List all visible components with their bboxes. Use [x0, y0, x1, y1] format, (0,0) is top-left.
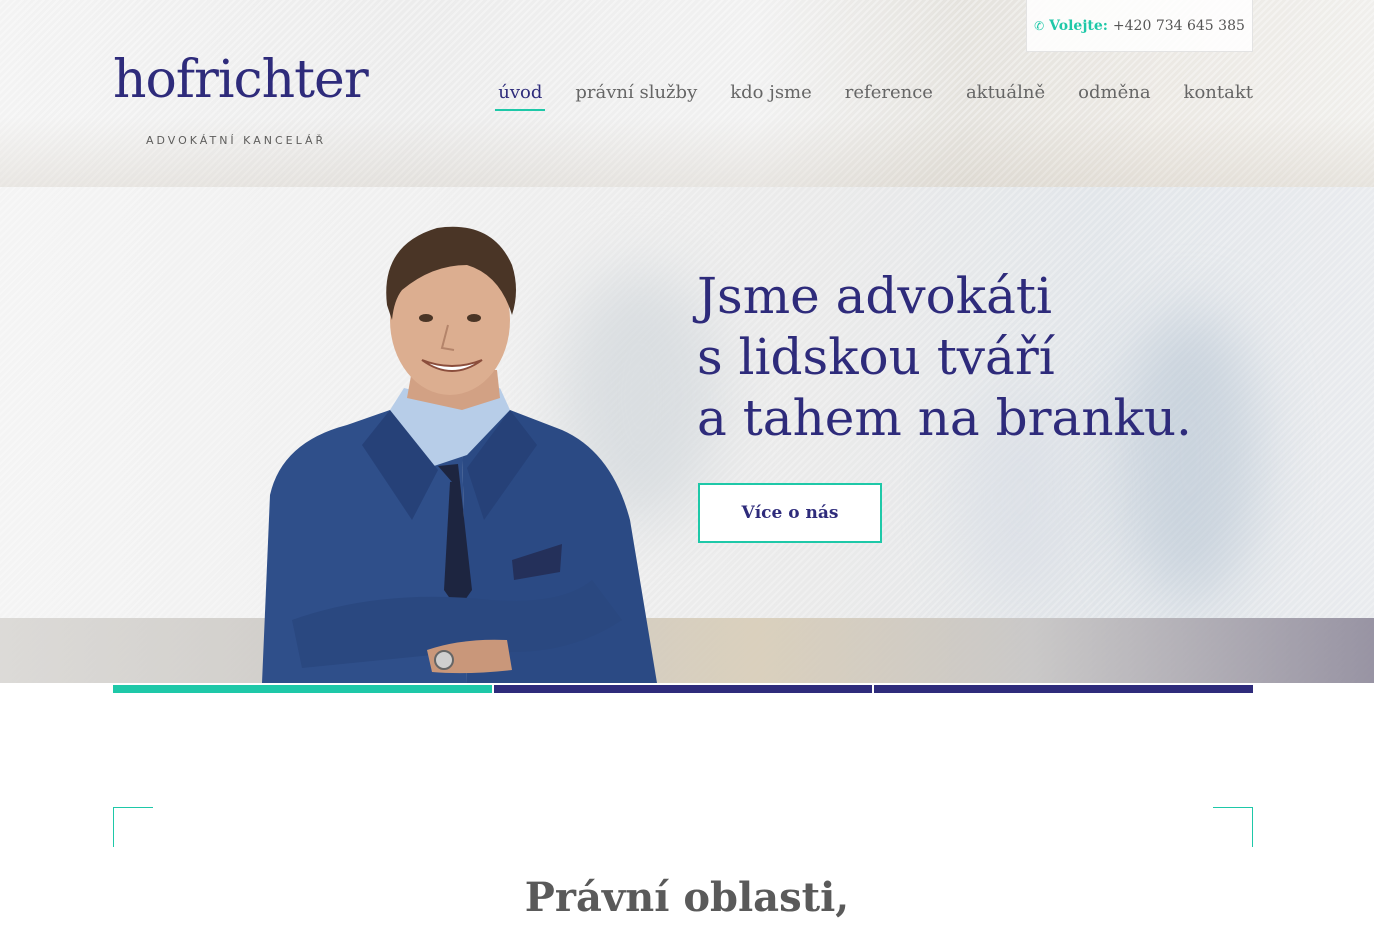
nav-item-aktualne[interactable]: aktuálně: [966, 82, 1045, 109]
nav-item-pravni-sluzby[interactable]: právní služby: [575, 82, 697, 109]
phone-icon: ✆: [1034, 18, 1045, 33]
nav-item-uvod[interactable]: úvod: [495, 82, 546, 111]
hero-headline-line: Jsme advokáti: [697, 267, 1052, 325]
section-title: Právní oblasti,: [524, 874, 850, 921]
lawyer-portrait: [262, 226, 657, 683]
phone-number[interactable]: +420 734 645 385: [1113, 18, 1245, 34]
nav-item-kontakt[interactable]: kontakt: [1184, 82, 1253, 109]
nav-item-kdo-jsme[interactable]: kdo jsme: [730, 82, 812, 109]
section-corner-decoration: [1213, 807, 1253, 847]
slider-indicators: [113, 685, 1254, 693]
nav-item-reference[interactable]: reference: [845, 82, 933, 109]
logo[interactable]: hofrichter ADVOKÁTNÍ KANCELÁŘ: [113, 48, 383, 147]
slider-indicator-1[interactable]: [113, 685, 492, 693]
phone-contact-box[interactable]: ✆ Volejte: +420 734 645 385: [1026, 0, 1253, 52]
hero-headline-line: a tahem na branku.: [697, 389, 1192, 447]
logo-name: hofrichter: [113, 50, 369, 110]
hero-headline: Jsme advokáti s lidskou tváří a tahem na…: [697, 266, 1217, 449]
phone-label: Volejte:: [1049, 17, 1108, 34]
main-nav: úvod právní služby kdo jsme reference ak…: [465, 82, 1253, 111]
slider-indicator-3[interactable]: [874, 685, 1254, 693]
slider-indicator-2[interactable]: [493, 685, 873, 693]
more-about-us-button[interactable]: Více o nás: [698, 483, 882, 543]
hero-floor: [0, 618, 1374, 683]
logo-subtitle: ADVOKÁTNÍ KANCELÁŘ: [146, 134, 327, 147]
section-corner-decoration: [113, 807, 153, 847]
hero-headline-line: s lidskou tváří: [697, 328, 1055, 386]
site-header: ✆ Volejte: +420 734 645 385 hofrichter A…: [0, 0, 1374, 187]
nav-item-odmena[interactable]: odměna: [1078, 82, 1150, 109]
